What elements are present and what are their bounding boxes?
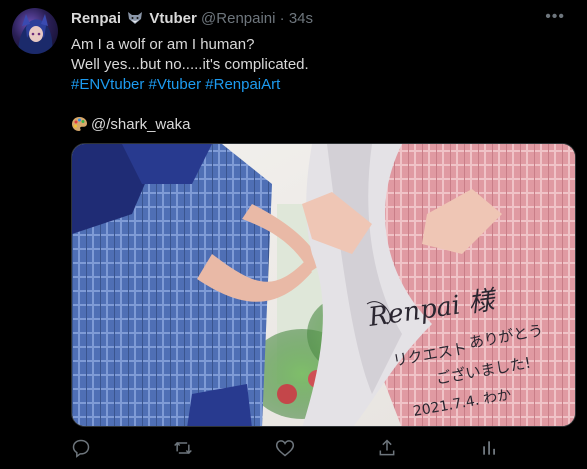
hashtag-renpaiart[interactable]: #RenpaiArt (205, 76, 280, 93)
hashtag-envtuber[interactable]: #ENVtuber (71, 76, 144, 93)
author-name-suffix[interactable]: Vtuber (149, 10, 197, 27)
avatar[interactable] (12, 8, 58, 54)
tweet-actions (71, 438, 501, 460)
hashtag-list: #ENVtuber #Vtuber #RenpaiArt (71, 75, 571, 95)
author-name[interactable]: Renpai (71, 10, 121, 27)
share-icon[interactable] (377, 438, 399, 460)
tweet-text-line-1: Am I a wolf or am I human? (71, 36, 255, 53)
tweet-text: Am I a wolf or am I human? Well yes...bu… (71, 35, 571, 135)
reply-icon[interactable] (71, 438, 93, 460)
separator: · (279, 10, 285, 27)
tweet: Renpai Vtuber @Renpaini · 34s ••• Am I a… (0, 0, 587, 469)
more-options-icon[interactable]: ••• (545, 8, 565, 26)
hashtag-vtuber[interactable]: #Vtuber (149, 76, 202, 93)
tweet-header: Renpai Vtuber @Renpaini · 34s (71, 10, 313, 27)
tweet-media-image[interactable]: Renpai 様 リクエスト ありがとう ございました! 2021.7.4. わ… (71, 143, 576, 427)
credit-handle[interactable]: @/shark_waka (91, 116, 190, 133)
author-handle[interactable]: @Renpaini (201, 10, 275, 27)
timestamp[interactable]: 34s (289, 10, 313, 27)
retweet-icon[interactable] (173, 438, 195, 460)
palette-icon (71, 116, 88, 132)
analytics-icon[interactable] (479, 438, 501, 460)
like-icon[interactable] (275, 438, 297, 460)
art-credit: @/shark_waka (71, 115, 571, 135)
wolf-emoji-icon (127, 11, 143, 25)
tweet-text-line-2: Well yes...but no.....it's complicated. (71, 56, 309, 73)
